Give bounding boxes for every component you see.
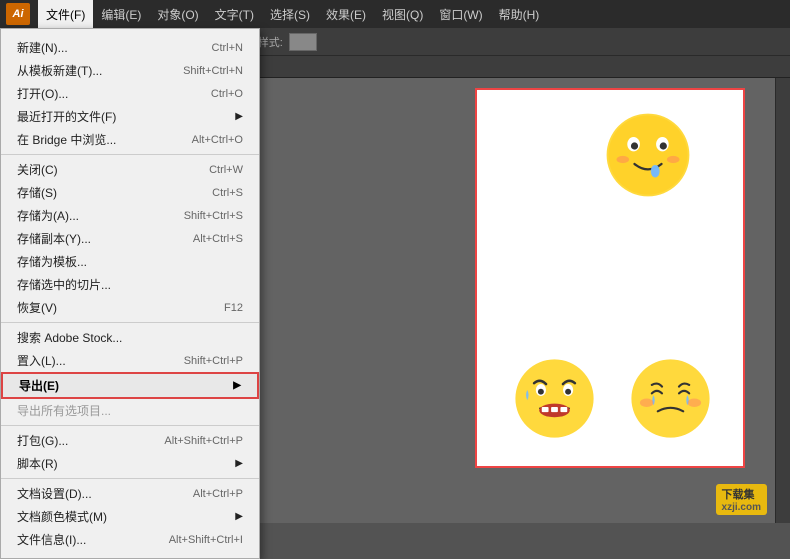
menu-new-from-template[interactable]: 从模板新建(T)... Shift+Ctrl+N — [1, 59, 259, 82]
menu-help[interactable]: 帮助(H) — [491, 0, 548, 28]
menu-doc-color-mode[interactable]: 文档颜色模式(M) ▶ — [1, 505, 259, 528]
menu-export[interactable]: 导出(E) ▶ — [1, 372, 259, 399]
menu-file[interactable]: 文件(F) — [38, 0, 93, 28]
watermark-url: xzji.com — [722, 502, 761, 513]
menu-text[interactable]: 文字(T) — [207, 0, 262, 28]
document-canvas — [475, 88, 745, 468]
menu-view[interactable]: 视图(Q) — [374, 0, 431, 28]
menu-object[interactable]: 对象(O) — [149, 0, 206, 28]
menu-bridge[interactable]: 在 Bridge 中浏览... Alt+Ctrl+O — [1, 128, 259, 151]
menu-recent-files[interactable]: 最近打开的文件(F) ▶ — [1, 105, 259, 128]
emoji-crying — [628, 356, 713, 441]
menu-select[interactable]: 选择(S) — [262, 0, 318, 28]
menu-open[interactable]: 打开(O)... Ctrl+O — [1, 82, 259, 105]
menu-close[interactable]: 关闭(C) Ctrl+W — [1, 158, 259, 181]
menu-scripts[interactable]: 脚本(R) ▶ — [1, 452, 259, 475]
emoji-drooling — [603, 110, 693, 200]
menu-save-template[interactable]: 存储为模板... — [1, 250, 259, 273]
menu-save-slice[interactable]: 存储选中的切片... — [1, 273, 259, 296]
menu-section-1: 新建(N)... Ctrl+N 从模板新建(T)... Shift+Ctrl+N… — [1, 33, 259, 155]
menu-section-2: 关闭(C) Ctrl+W 存储(S) Ctrl+S 存储为(A)... Shif… — [1, 155, 259, 323]
menu-package[interactable]: 打包(G)... Alt+Shift+Ctrl+P — [1, 429, 259, 452]
style-label: 样式: — [258, 34, 283, 50]
menu-doc-setup[interactable]: 文档设置(D)... Alt+Ctrl+P — [1, 482, 259, 505]
menu-file-info[interactable]: 文件信息(I)... Alt+Shift+Ctrl+I — [1, 528, 259, 551]
menu-effect[interactable]: 效果(E) — [318, 0, 374, 28]
menu-section-5: 文档设置(D)... Alt+Ctrl+P 文档颜色模式(M) ▶ 文件信息(I… — [1, 479, 259, 554]
menu-place[interactable]: 置入(L)... Shift+Ctrl+P — [1, 349, 259, 372]
file-menu-dropdown: 新建(N)... Ctrl+N 从模板新建(T)... Shift+Ctrl+N… — [0, 28, 260, 559]
menu-section-3: 搜索 Adobe Stock... 置入(L)... Shift+Ctrl+P … — [1, 323, 259, 426]
menu-new[interactable]: 新建(N)... Ctrl+N — [1, 36, 259, 59]
menu-export-all: 导出所有选项目... — [1, 399, 259, 422]
watermark: 下载集 xzji.com — [716, 484, 767, 515]
menu-edit[interactable]: 编辑(E) — [93, 0, 149, 28]
menu-revert[interactable]: 恢复(V) F12 — [1, 296, 259, 319]
emoji-angry — [512, 356, 597, 441]
menu-save[interactable]: 存储(S) Ctrl+S — [1, 181, 259, 204]
top-bar: Ai 文件(F) 编辑(E) 对象(O) 文字(T) 选择(S) 效果(E) 视… — [0, 0, 790, 28]
menu-save-copy[interactable]: 存储副本(Y)... Alt+Ctrl+S — [1, 227, 259, 250]
menu-search-stock[interactable]: 搜索 Adobe Stock... — [1, 326, 259, 349]
menu-bar: 文件(F) 编辑(E) 对象(O) 文字(T) 选择(S) 效果(E) 视图(Q… — [38, 0, 784, 28]
watermark-text: 下载集 — [722, 486, 761, 502]
app-logo: Ai — [6, 3, 30, 25]
menu-section-4: 打包(G)... Alt+Shift+Ctrl+P 脚本(R) ▶ — [1, 426, 259, 479]
style-box[interactable] — [289, 33, 317, 51]
menu-save-as[interactable]: 存储为(A)... Shift+Ctrl+S — [1, 204, 259, 227]
right-panel — [775, 78, 790, 523]
file-dropdown-menu: 新建(N)... Ctrl+N 从模板新建(T)... Shift+Ctrl+N… — [0, 28, 260, 559]
menu-window[interactable]: 窗口(W) — [431, 0, 490, 28]
